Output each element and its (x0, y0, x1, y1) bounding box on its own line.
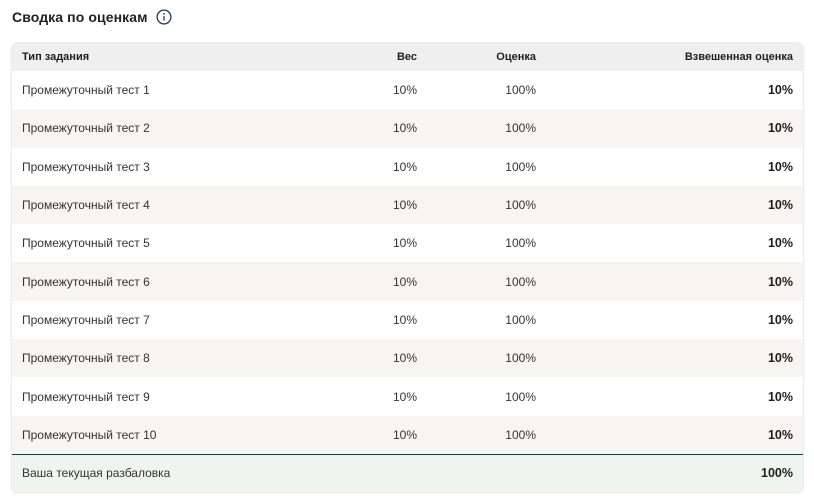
header-weighted: Взвешенная оценка (684, 51, 793, 63)
cell-weight: 10% (392, 351, 417, 366)
cell-score: 100% (505, 351, 536, 366)
table-row: Промежуточный тест 9 10% 100% 10% (12, 377, 803, 416)
cell-weight: 10% (392, 389, 417, 404)
cell-weighted: 10% (767, 427, 793, 442)
info-circle-icon[interactable] (156, 9, 172, 25)
table-row: Промежуточный тест 1 10% 100% 10% (12, 71, 803, 110)
table-row: Промежуточный тест 3 10% 100% 10% (12, 147, 803, 186)
cell-type: Промежуточный тест 8 (22, 351, 150, 366)
cell-weight: 10% (392, 198, 417, 213)
grades-table: Тип задания Вес Оценка Взвешенная оценка… (12, 43, 803, 492)
cell-weight: 10% (392, 159, 417, 174)
cell-weighted: 10% (767, 274, 793, 289)
cell-score: 100% (505, 389, 536, 404)
cell-type: Промежуточный тест 9 (22, 389, 150, 404)
grades-summary-header: Сводка по оценкам (12, 6, 172, 28)
cell-score: 100% (505, 159, 536, 174)
cell-weighted: 10% (767, 389, 793, 404)
page-title: Сводка по оценкам (12, 9, 148, 25)
cell-weight: 10% (392, 274, 417, 289)
cell-weighted: 10% (767, 121, 793, 136)
cell-weight: 10% (392, 427, 417, 442)
table-row: Промежуточный тест 7 10% 100% 10% (12, 300, 803, 340)
cell-type: Промежуточный тест 5 (22, 236, 150, 251)
cell-weight: 10% (392, 236, 417, 251)
cell-score: 100% (505, 198, 536, 213)
cell-type: Промежуточный тест 7 (22, 312, 150, 327)
cell-type: Промежуточный тест 10 (22, 427, 157, 442)
cell-weighted: 10% (767, 312, 793, 327)
header-weight: Вес (396, 51, 417, 63)
table-row: Промежуточный тест 2 10% 100% 10% (12, 109, 803, 148)
table-row: Промежуточный тест 10 10% 100% 10% (12, 415, 803, 454)
cell-score: 100% (505, 427, 536, 442)
table-row: Промежуточный тест 5 10% 100% 10% (12, 224, 803, 263)
cell-score: 100% (505, 83, 536, 98)
cell-type: Промежуточный тест 1 (22, 83, 150, 98)
cell-weight: 10% (392, 312, 417, 327)
current-score-label: Ваша текущая разбаловка (22, 466, 171, 481)
cell-weighted: 10% (767, 351, 793, 366)
cell-score: 100% (505, 121, 536, 136)
cell-score: 100% (505, 312, 536, 327)
cell-weighted: 10% (767, 236, 793, 251)
table-row: Промежуточный тест 6 10% 100% 10% (12, 262, 803, 301)
cell-weight: 10% (392, 121, 417, 136)
table-row: Промежуточный тест 8 10% 100% 10% (12, 339, 803, 378)
cell-type: Промежуточный тест 2 (22, 121, 150, 136)
table-header-row: Тип задания Вес Оценка Взвешенная оценка (12, 43, 803, 71)
cell-type: Промежуточный тест 4 (22, 198, 150, 213)
table-footer-row: Ваша текущая разбаловка 100% (12, 453, 803, 492)
header-type: Тип задания (22, 51, 90, 63)
cell-weighted: 10% (767, 159, 793, 174)
cell-score: 100% (505, 236, 536, 251)
cell-score: 100% (505, 274, 536, 289)
header-score: Оценка (496, 51, 536, 63)
cell-weighted: 10% (767, 83, 793, 98)
cell-weighted: 10% (767, 198, 793, 213)
current-score-total: 100% (761, 466, 793, 481)
cell-type: Промежуточный тест 6 (22, 274, 150, 289)
cell-weight: 10% (392, 83, 417, 98)
table-row: Промежуточный тест 4 10% 100% 10% (12, 185, 803, 225)
cell-type: Промежуточный тест 3 (22, 159, 150, 174)
